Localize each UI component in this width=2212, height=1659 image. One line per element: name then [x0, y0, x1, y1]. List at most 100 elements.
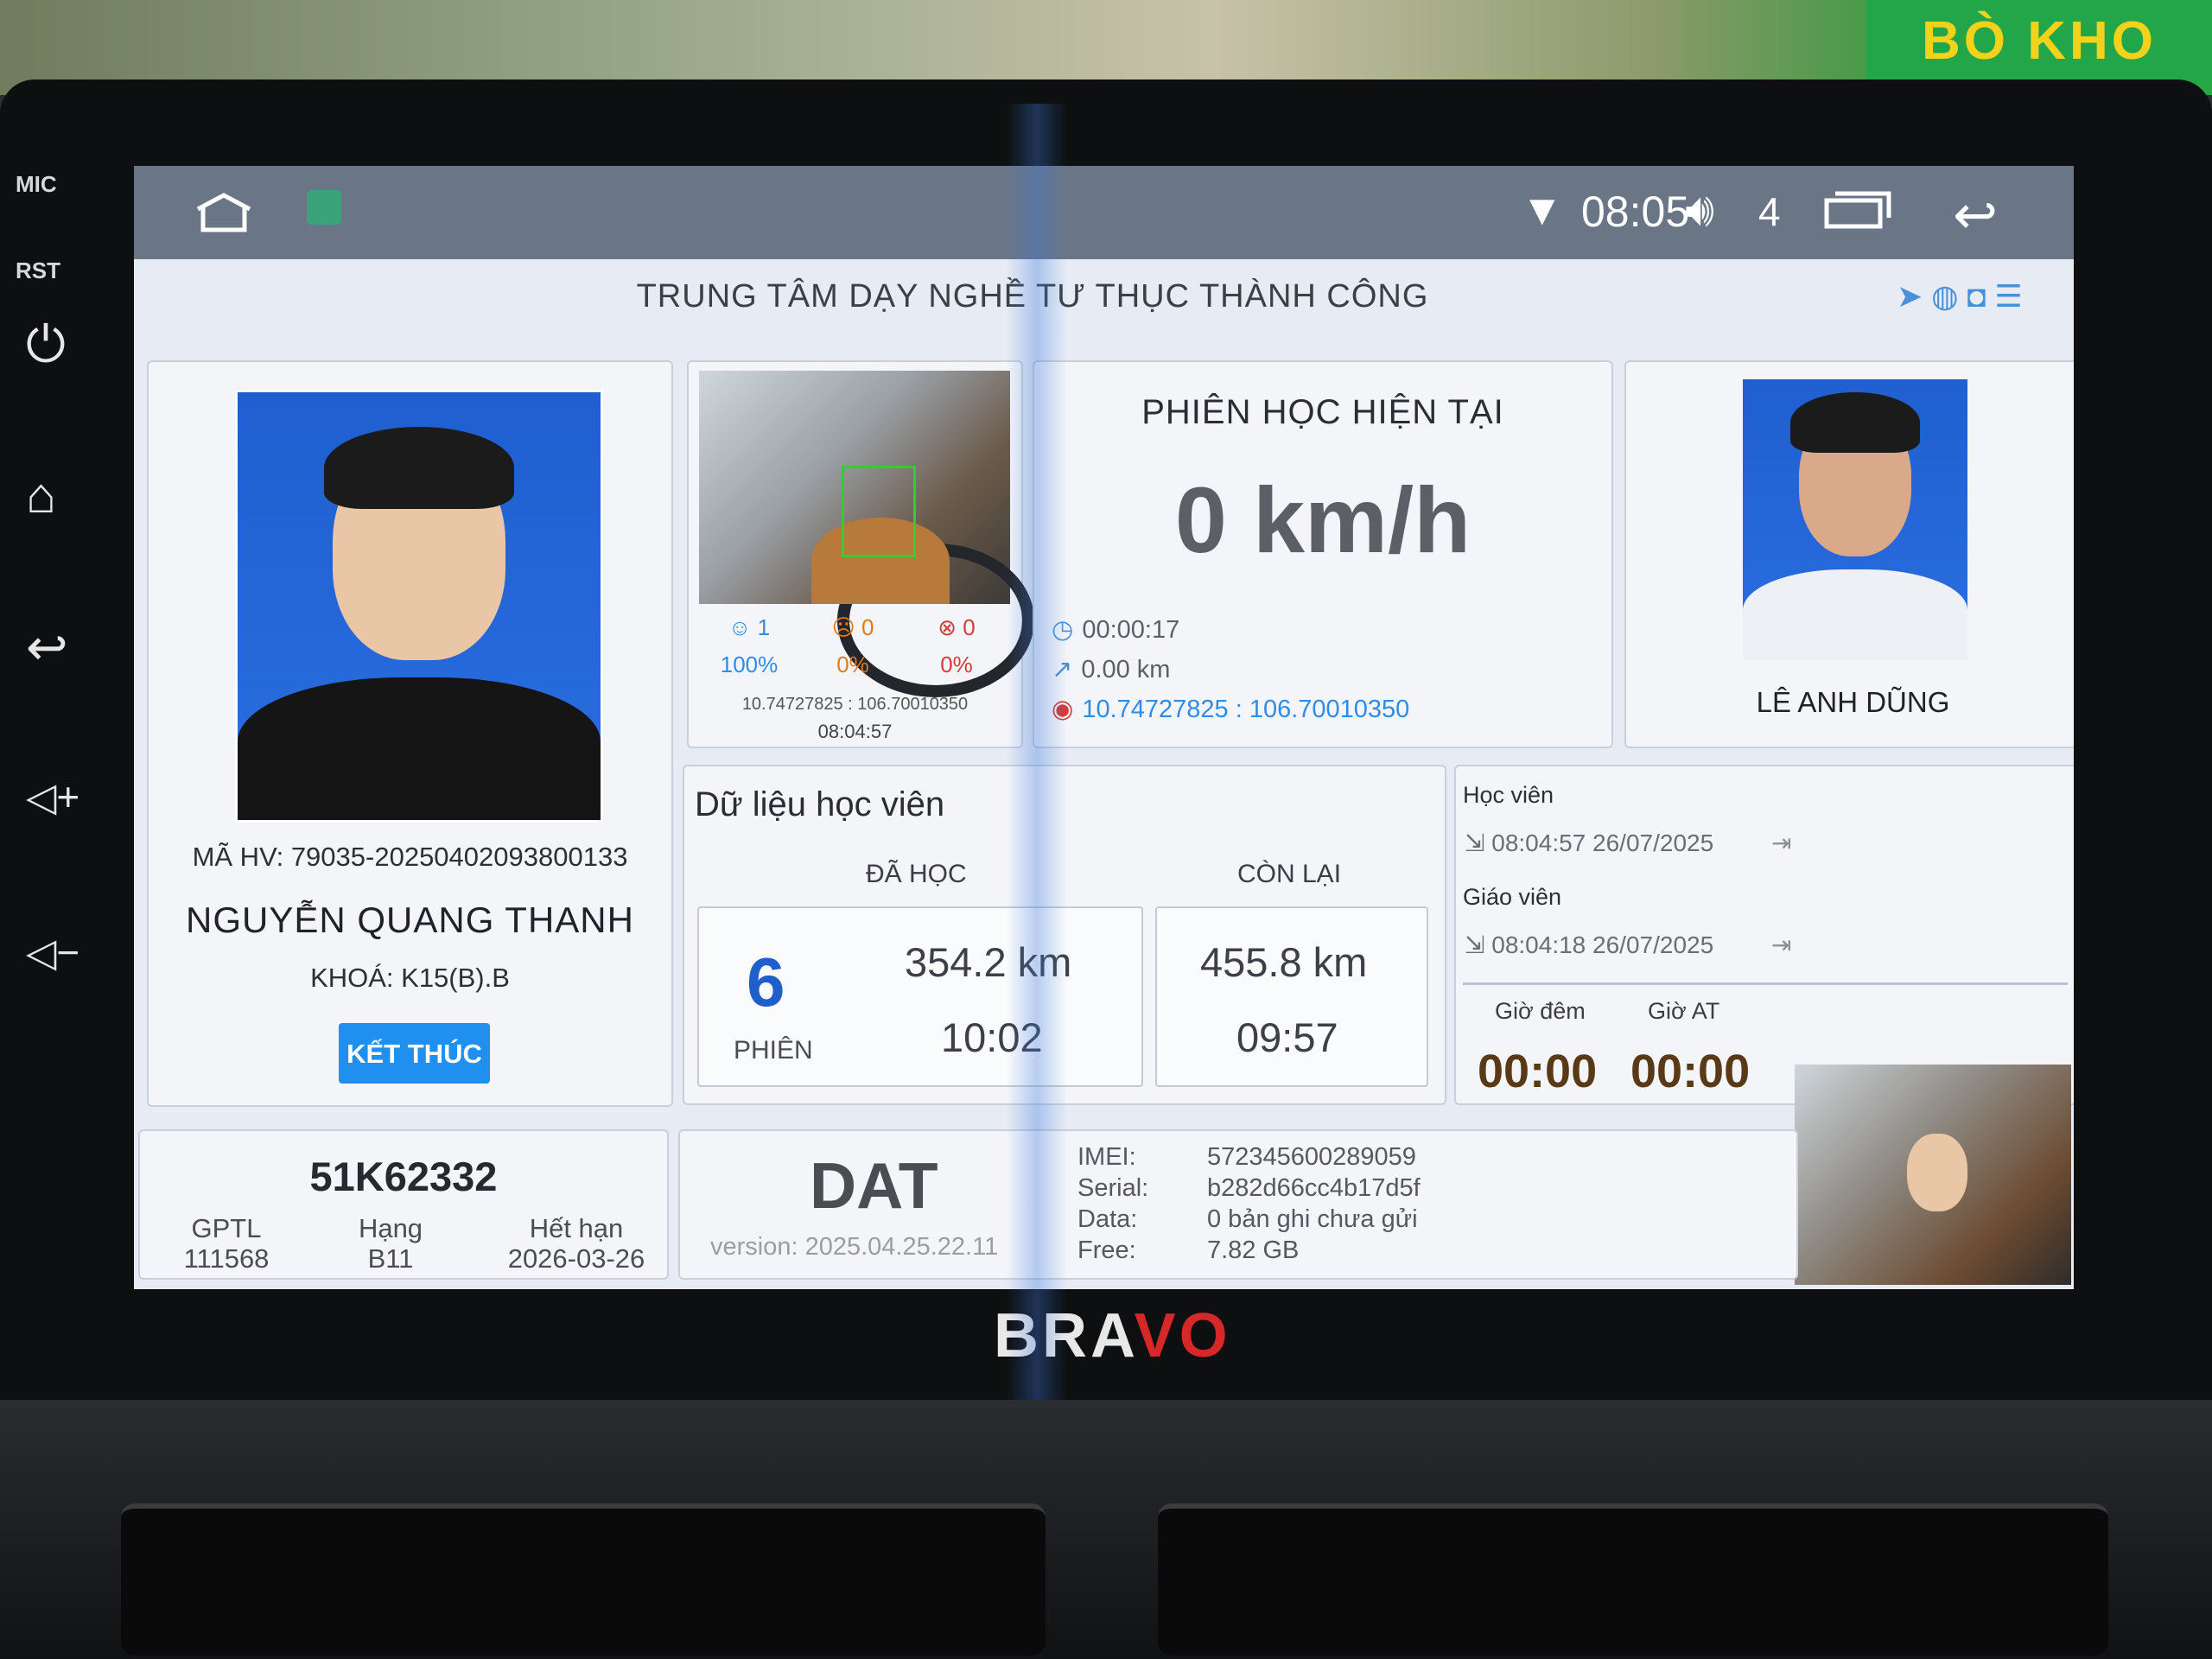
teacher-checkin-time: ⇲ 08:04:18 26/07/2025	[1465, 931, 1714, 958]
student-photo	[235, 390, 603, 823]
login-icon: ⇲	[1465, 931, 1492, 958]
current-session-card: PHIÊN HỌC HIỆN TẠI 0 km/h ◷ 00:00:17 ↗ 0.0…	[1033, 360, 1613, 748]
free-value: 7.82 GB	[1207, 1236, 1300, 1264]
recent-apps-icon[interactable]	[1823, 190, 1892, 230]
clock-icon: ◷	[1052, 616, 1074, 644]
class-label: Hạng	[358, 1213, 423, 1243]
expiry-label: Hết hạn	[529, 1213, 624, 1243]
teacher-photo	[1743, 379, 1967, 660]
student-id: MÃ HV: 79035-20250402093800133	[192, 842, 628, 872]
session-count: 6	[747, 944, 785, 1020]
power-icon[interactable]: ⏻	[26, 315, 66, 374]
student-data-title: Dữ liệu học viên	[695, 785, 945, 823]
camera-card: ☺ 1 ☹ 0 ⊗ 0 100% 0% 0% 10.74727825 : 106…	[687, 360, 1034, 748]
gptl-value: 111568	[183, 1243, 270, 1274]
data-value: 0 bản ghi chưa gửi	[1207, 1205, 1418, 1233]
student-name: NGUYỄN QUANG THANH	[186, 899, 634, 940]
remaining-box: 455.8 km 09:57	[1155, 906, 1428, 1087]
session-count-label: PHIÊN	[734, 1036, 813, 1065]
imei-value: 572345600289059	[1207, 1143, 1416, 1171]
teacher-log-label: Giáo viên	[1463, 884, 1562, 910]
reset-key[interactable]: RST	[16, 257, 60, 284]
location-icon: ➤	[1897, 278, 1932, 314]
checkin-log-card: Học viên ⇲ 08:04:57 26/07/2025 ⇥ Giáo vi…	[1454, 765, 2074, 1105]
student-data-card: Dữ liệu học viên ĐÃ HỌC CÒN LẠI 6 PHIÊN …	[683, 765, 1446, 1105]
wifi-icon: ▼	[1521, 186, 1564, 234]
shop-sign: BÒ KHO	[1866, 0, 2212, 82]
brand-logo: BRAVO	[994, 1301, 1231, 1370]
camera-timestamp: 08:04:57	[817, 721, 893, 742]
app-version: version: 2025.04.25.22.11	[710, 1233, 999, 1261]
session-duration: ◷ 00:00:17	[1052, 616, 1180, 644]
home-icon[interactable]: ⌂	[26, 467, 56, 524]
target-icon: ◉	[1052, 696, 1074, 723]
expiry-value: 2026-03-26	[507, 1243, 645, 1274]
speed-readout: 0 km/h	[1174, 467, 1471, 572]
vehicle-card: 51K62332 GPTL 111568 Hạng B11 Hết hạn 20…	[138, 1129, 669, 1280]
air-vent-right	[1158, 1503, 2108, 1656]
mic-label: MIC	[16, 171, 57, 197]
session-coordinates: ◉ 10.74727825 : 106.70010350	[1052, 696, 1410, 723]
student-log-label: Học viên	[1463, 782, 1554, 808]
app-icon[interactable]	[307, 190, 341, 225]
session-title: PHIÊN HỌC HIỆN TẠI	[1141, 393, 1504, 431]
face-detection-box	[842, 466, 916, 557]
match-percent: 100%	[720, 652, 779, 677]
imei-label: IMEI:	[1077, 1143, 1136, 1171]
teacher-card: LÊ ANH DŨNG	[1624, 360, 2074, 748]
fail-stat: ⊗ 0	[938, 614, 976, 640]
data-label: Data:	[1077, 1205, 1138, 1233]
smile-icon: ☺	[728, 614, 752, 640]
teacher-name: LÊ ANH DŨNG	[1756, 686, 1950, 718]
night-hours-value: 00:00	[1478, 1046, 1598, 1097]
mismatch-stat: ☹ 0	[831, 614, 874, 640]
night-hours-label: Giờ đêm	[1495, 998, 1586, 1024]
database-icon: ☰	[1994, 278, 2031, 314]
studied-box: 6 PHIÊN 354.2 km 10:02	[697, 906, 1143, 1087]
remaining-time: 09:57	[1236, 1014, 1338, 1060]
logout-icon[interactable]: ⇥	[1771, 829, 1791, 857]
gptl-label: GPTL	[191, 1213, 262, 1243]
login-icon: ⇲	[1465, 830, 1492, 856]
volume-down-icon[interactable]: ◁−	[26, 929, 79, 976]
driver-camera-feed	[699, 371, 1034, 697]
session-distance: ↗ 0.00 km	[1052, 656, 1171, 683]
studied-time: 10:02	[941, 1014, 1043, 1060]
logout-icon[interactable]: ⇥	[1771, 931, 1791, 959]
device-card: DAT version: 2025.04.25.22.11 IMEI: 5723…	[678, 1129, 1798, 1280]
cabin-camera-preview	[1795, 1065, 2071, 1285]
student-checkin-time: ⇲ 08:04:57 26/07/2025	[1465, 830, 1714, 856]
student-card: MÃ HV: 79035-20250402093800133 NGUYỄN QU…	[147, 360, 673, 1107]
app-screen: ▼ 08:05 🔊︎ 4 ↩ TRUNG TÂM DẠY NGHỀ TƯ THỤ…	[134, 166, 2074, 1289]
volume-icon: 🔊︎	[1685, 184, 1715, 236]
remaining-header: CÒN LẠI	[1237, 860, 1342, 888]
air-vent-left	[121, 1503, 1046, 1656]
back-nav-icon[interactable]: ↩	[1953, 183, 1998, 246]
header-icons: ➤◍◘☰	[1897, 278, 2031, 315]
divider	[1463, 982, 2068, 985]
studied-header: ĐÃ HỌC	[866, 860, 967, 888]
status-bar: ▼ 08:05 🔊︎ 4 ↩	[134, 166, 2074, 259]
serial-value: b282d66cc4b17d5f	[1207, 1174, 1421, 1202]
free-label: Free:	[1077, 1236, 1136, 1264]
mismatch-percent: 0%	[836, 652, 869, 677]
course-label: KHOÁ: K15(B).B	[310, 963, 510, 993]
globe-icon: ◍	[1931, 278, 1967, 314]
center-title: TRUNG TÂM DẠY NGHỀ TƯ THỤC THÀNH CÔNG	[636, 278, 1429, 315]
match-stat: ☺ 1	[728, 614, 771, 640]
license-plate: 51K62332	[309, 1154, 498, 1199]
device-name: DAT	[810, 1149, 938, 1222]
volume-up-icon[interactable]: ◁+	[26, 773, 79, 820]
fail-percent: 0%	[940, 652, 973, 677]
end-session-button[interactable]: KẾT THÚC	[339, 1023, 490, 1084]
volume-level: 4	[1758, 189, 1781, 234]
remaining-distance: 455.8 km	[1200, 939, 1368, 985]
frown-icon: ☹	[831, 614, 855, 640]
serial-label: Serial:	[1077, 1174, 1149, 1202]
clock: 08:05	[1581, 188, 1690, 236]
camera-icon: ◘	[1967, 278, 1995, 314]
home-nav-icon[interactable]	[194, 192, 253, 233]
trend-icon: ↗	[1052, 656, 1073, 683]
auto-hours-label: Giờ AT	[1648, 998, 1720, 1024]
back-icon[interactable]: ↩	[26, 618, 68, 677]
